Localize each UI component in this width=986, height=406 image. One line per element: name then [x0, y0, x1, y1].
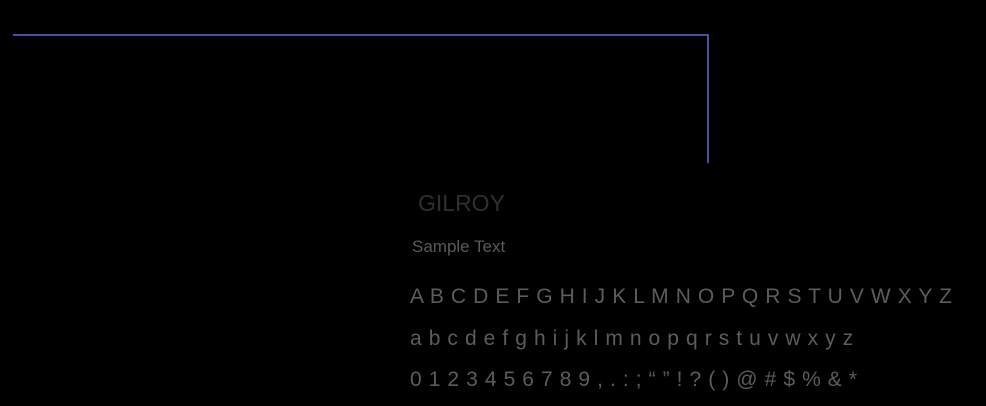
font-name-title: GILROY [418, 190, 505, 216]
sample-text-label: Sample Text [412, 237, 506, 256]
uppercase-alphabet: A B C D E F G H I J K L M N O P Q R S T … [410, 285, 953, 308]
type-specimen-canvas: GILROY Sample Text A B C D E F G H I J K… [0, 0, 986, 406]
lowercase-alphabet: a b c d e f g h i j k l m n o p q r s t … [410, 327, 854, 350]
accent-line-horizontal [13, 34, 709, 36]
numerals-and-symbols: 0 1 2 3 4 5 6 7 8 9 , . : ; “ ” ! ? ( ) … [410, 368, 858, 391]
accent-line-vertical [707, 34, 709, 163]
